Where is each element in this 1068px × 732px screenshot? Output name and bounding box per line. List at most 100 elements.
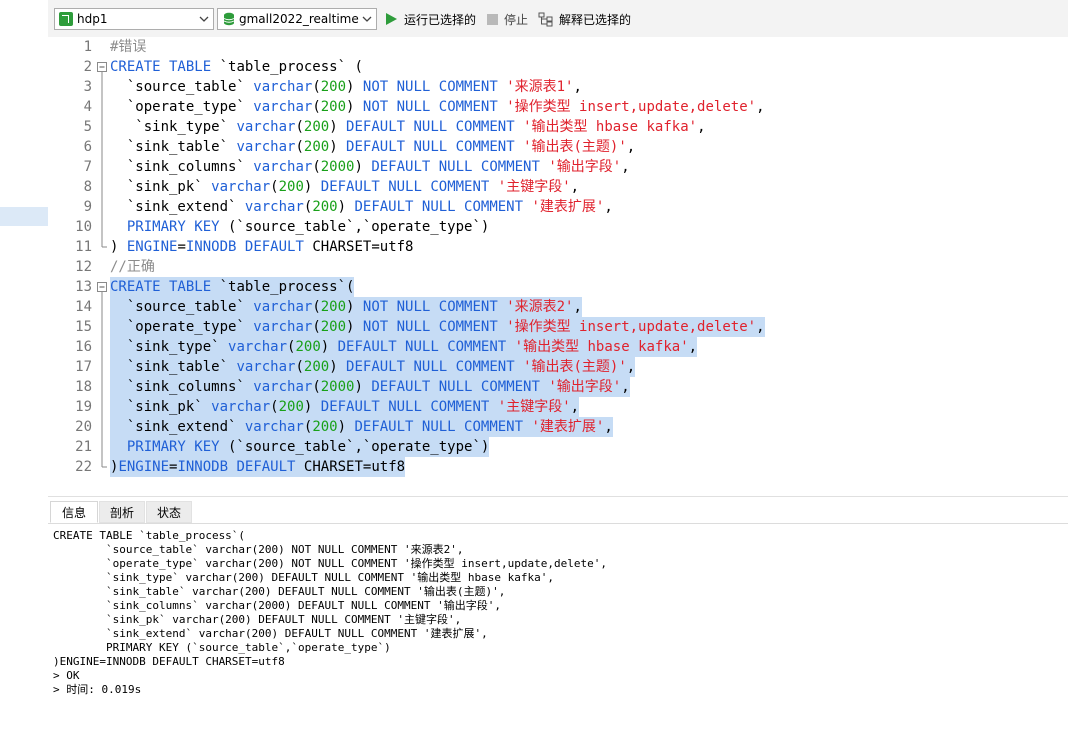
code-token: 200 bbox=[303, 139, 330, 155]
left-navigation-strip bbox=[0, 0, 49, 732]
code-token: ( bbox=[312, 319, 321, 335]
fold-guide bbox=[101, 77, 103, 97]
code-token: , bbox=[570, 179, 580, 195]
code-token: `sink_extend` bbox=[110, 419, 245, 435]
run-selected-button[interactable]: 运行已选择的 bbox=[386, 10, 476, 28]
result-panel: 信息 剖析 状态 CREATE TABLE `table_process`( `… bbox=[48, 497, 1068, 732]
code-token: ) bbox=[329, 139, 347, 155]
code-text: //正确 bbox=[110, 257, 155, 277]
fold-guide bbox=[101, 317, 103, 337]
code-token: 200 bbox=[312, 419, 338, 435]
connection-select[interactable]: hdp1 bbox=[54, 8, 214, 30]
code-token: varchar bbox=[253, 319, 313, 335]
tab-info[interactable]: 信息 bbox=[50, 501, 98, 523]
line-number: 10 bbox=[75, 219, 92, 235]
code-token: DEFAULT NULL COMMENT bbox=[346, 119, 515, 135]
code-token: `sink_columns` bbox=[110, 159, 254, 175]
code-text: #错误 bbox=[110, 37, 146, 57]
fold-collapse-icon bbox=[97, 282, 107, 297]
fold-guide bbox=[101, 117, 103, 137]
code-token: ) bbox=[329, 359, 347, 375]
code-token: ( bbox=[270, 179, 279, 195]
line-number: 1 bbox=[83, 39, 92, 55]
output-line: > 时间: 0.019s bbox=[53, 683, 142, 696]
fold-guide bbox=[101, 137, 103, 157]
code-token: ( bbox=[312, 379, 321, 395]
code-token: , bbox=[626, 139, 636, 155]
code-token: NOT NULL COMMENT bbox=[362, 79, 498, 95]
tab-status[interactable]: 状态 bbox=[146, 501, 192, 523]
fold-guide bbox=[101, 397, 103, 417]
code-token: `sink_table` bbox=[110, 139, 237, 155]
sql-editor[interactable]: 1 #错误 2 CREATE TABLE `table_process` (3 `so… bbox=[48, 37, 1068, 496]
code-text: `sink_extend` varchar(200) DEFAULT NULL … bbox=[110, 197, 613, 217]
explain-selected-button[interactable]: 解释已选择的 bbox=[538, 10, 631, 28]
code-text: ) ENGINE=INNODB DEFAULT CHARSET=utf8 bbox=[110, 237, 413, 257]
stop-icon bbox=[487, 13, 498, 25]
code-token: PRIMARY KEY bbox=[126, 439, 220, 455]
code-token: '输出表(主题)' bbox=[523, 359, 627, 375]
fold-guide bbox=[101, 437, 103, 457]
code-token: DEFAULT bbox=[236, 459, 296, 475]
code-token: ) bbox=[320, 339, 338, 355]
code-token: , bbox=[756, 99, 765, 115]
line-number: 19 bbox=[75, 399, 92, 415]
tab-profile[interactable]: 剖析 bbox=[99, 501, 145, 523]
output-line: `operate_type` varchar(200) NOT NULL COM… bbox=[53, 557, 607, 570]
line-number: 2 bbox=[83, 59, 92, 75]
database-select[interactable]: gmall2022_realtime bbox=[217, 8, 377, 30]
code-token: = bbox=[177, 239, 186, 255]
code-token: 200 bbox=[278, 179, 304, 195]
line-number: 13 bbox=[75, 279, 92, 295]
code-token: DEFAULT NULL COMMENT bbox=[371, 379, 540, 395]
code-token: ) bbox=[303, 179, 321, 195]
code-token: 200 bbox=[303, 359, 330, 375]
code-token: varchar bbox=[211, 179, 271, 195]
code-text: `sink_type` varchar(200) DEFAULT NULL CO… bbox=[110, 337, 698, 357]
code-token: ) bbox=[346, 99, 363, 115]
code-token: 200 bbox=[303, 119, 330, 135]
code-token: DEFAULT NULL COMMENT bbox=[346, 359, 515, 375]
code-token: varchar bbox=[253, 99, 313, 115]
fold-guide bbox=[101, 357, 103, 377]
code-token: `table_process`( bbox=[211, 279, 355, 295]
left-strip-selected-row[interactable] bbox=[0, 207, 48, 226]
fold-collapse-icon bbox=[97, 62, 107, 77]
code-token: varchar bbox=[253, 379, 313, 395]
code-token: DEFAULT NULL COMMENT bbox=[337, 339, 507, 355]
code-token: //正确 bbox=[110, 259, 155, 275]
code-token: varchar bbox=[244, 419, 304, 435]
code-token: CREATE TABLE bbox=[110, 279, 212, 295]
database-icon bbox=[223, 12, 235, 26]
code-text: `sink_columns` varchar(2000) DEFAULT NUL… bbox=[110, 377, 630, 397]
code-token: ) bbox=[110, 239, 127, 255]
line-number: 11 bbox=[75, 239, 92, 255]
code-token: `operate_type` bbox=[110, 319, 254, 335]
fold-guide bbox=[101, 337, 103, 357]
code-token: varchar bbox=[244, 199, 304, 215]
code-token: 200 bbox=[295, 339, 321, 355]
code-token: varchar bbox=[211, 399, 271, 415]
output-line: > OK bbox=[53, 669, 80, 682]
fold-guide bbox=[101, 177, 103, 197]
code-token: '来源表2' bbox=[506, 299, 574, 315]
code-token: , bbox=[573, 299, 582, 315]
fold-guide bbox=[101, 297, 103, 317]
code-token: PRIMARY KEY bbox=[126, 219, 220, 235]
stop-button[interactable]: 停止 bbox=[487, 10, 528, 28]
line-number: 3 bbox=[83, 79, 92, 95]
code-text: `sink_type` varchar(200) DEFAULT NULL CO… bbox=[110, 117, 705, 137]
code-token: '主键字段' bbox=[497, 179, 571, 195]
code-token: '输出表(主题)' bbox=[523, 139, 627, 155]
line-number: 17 bbox=[75, 359, 92, 375]
fold-guide bbox=[101, 197, 103, 217]
code-token: `sink_table` bbox=[110, 359, 237, 375]
code-token: CHARSET=utf8 bbox=[295, 459, 406, 475]
code-text: `source_table` varchar(200) NOT NULL COM… bbox=[110, 297, 582, 317]
line-number: 5 bbox=[83, 119, 92, 135]
